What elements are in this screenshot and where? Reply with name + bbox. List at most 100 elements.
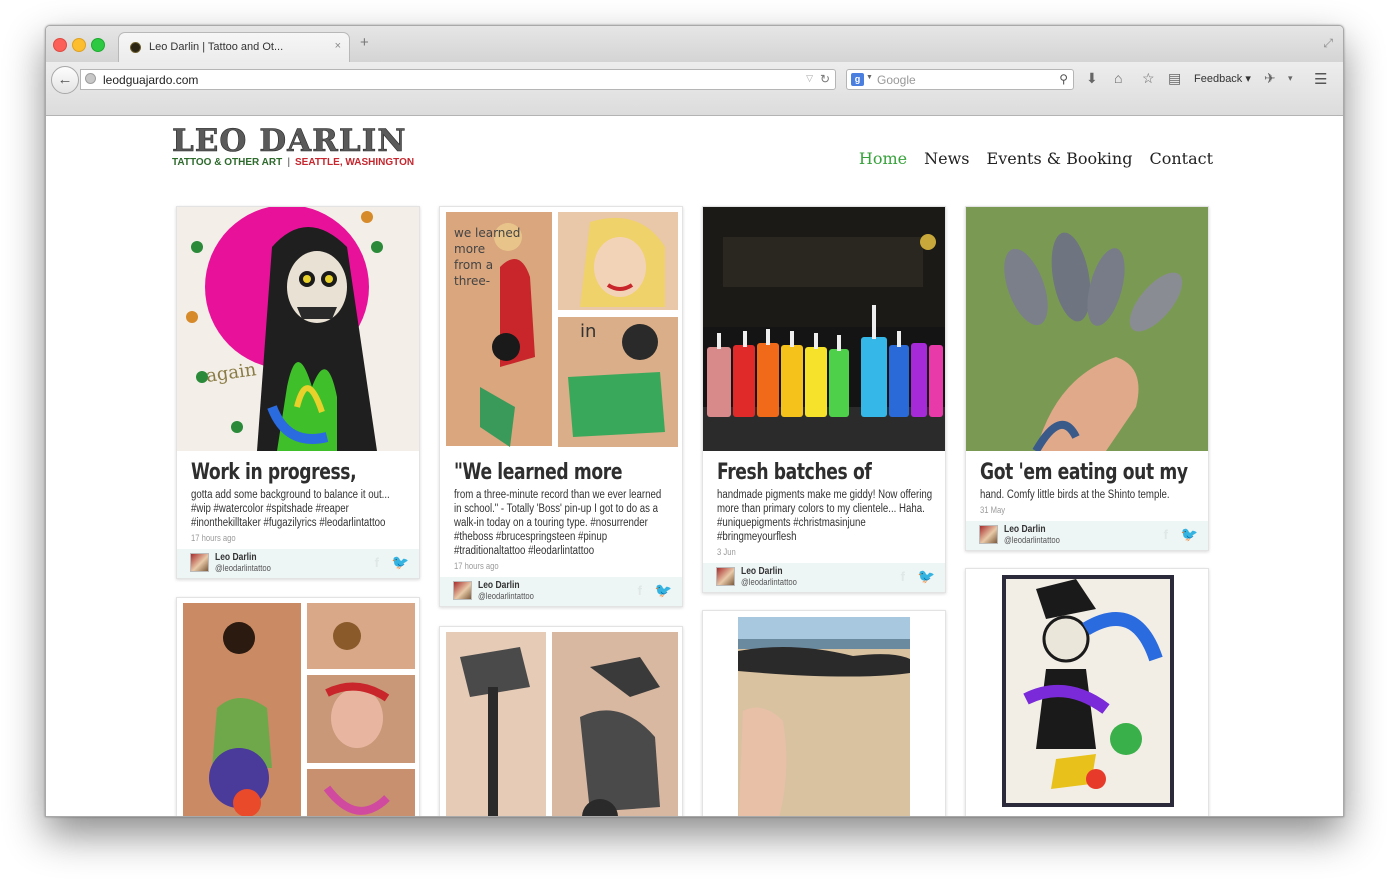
post-image[interactable] bbox=[440, 627, 682, 816]
site-logo[interactable]: LEO DARLIN TATTOO & OTHER ART | SEATTLE, W… bbox=[172, 123, 414, 169]
post-image[interactable] bbox=[177, 598, 419, 816]
facebook-icon[interactable]: f bbox=[901, 569, 905, 584]
logo-subtitle: TATTOO & OTHER ART | SEATTLE, WASHINGTON bbox=[172, 157, 414, 169]
beach-photo bbox=[703, 611, 945, 816]
twitter-icon[interactable]: 🐦 bbox=[655, 582, 672, 599]
search-icon[interactable]: ⚲ bbox=[1059, 72, 1068, 86]
search-bar[interactable]: g ▼ Google ⚲ bbox=[846, 69, 1074, 90]
window-maximize-button[interactable] bbox=[91, 38, 105, 52]
post-text: from a three-minute record than we ever … bbox=[454, 489, 662, 557]
post-time: 31 May bbox=[980, 505, 1006, 515]
tab-close-icon[interactable]: × bbox=[335, 40, 341, 52]
avatar[interactable] bbox=[190, 553, 209, 572]
window-close-button[interactable] bbox=[53, 38, 67, 52]
logo-separator: | bbox=[287, 157, 290, 168]
post-card[interactable] bbox=[439, 626, 683, 816]
post-title[interactable]: "We learned more bbox=[454, 458, 622, 488]
tab-title: Leo Darlin | Tattoo and Ot... bbox=[149, 41, 284, 53]
browser-toolbar: leodguajardo.com ▽ ↻ ← g ▼ Google ⚲ ⬇ ⌂ … bbox=[46, 62, 1343, 116]
post-image[interactable] bbox=[703, 611, 945, 816]
window-minimize-button[interactable] bbox=[72, 38, 86, 52]
post-image[interactable] bbox=[966, 569, 1208, 816]
facebook-icon[interactable]: f bbox=[1164, 527, 1168, 542]
home-icon[interactable]: ⌂ bbox=[1114, 70, 1122, 86]
post-card[interactable]: Fresh batches of handmade pigments make … bbox=[702, 206, 946, 593]
nav-contact[interactable]: Contact bbox=[1149, 149, 1213, 168]
logo-tagline: TATTOO & OTHER ART bbox=[172, 157, 283, 168]
post-text: hand. Comfy little birds at the Shinto t… bbox=[980, 489, 1170, 501]
nav-home[interactable]: Home bbox=[859, 149, 907, 168]
menu-icon[interactable]: ☰ bbox=[1314, 70, 1327, 88]
birds-on-hand-photo bbox=[966, 207, 1208, 451]
bookmarks-list-icon[interactable]: ▤ bbox=[1168, 70, 1181, 87]
nav-news[interactable]: News bbox=[924, 149, 969, 168]
search-input[interactable]: Google bbox=[877, 73, 916, 87]
url-dropdown-icon[interactable]: ▽ bbox=[806, 73, 813, 84]
post-image[interactable] bbox=[966, 207, 1208, 451]
svg-text:more: more bbox=[454, 242, 485, 256]
reaper-tattoo-drawing: again bbox=[177, 207, 419, 451]
post-author[interactable]: Leo Darlin bbox=[478, 581, 520, 591]
post-text: gotta add some background to balance it … bbox=[191, 489, 390, 529]
site-favicon-icon bbox=[130, 42, 141, 53]
facebook-icon[interactable]: f bbox=[375, 555, 379, 570]
post-card[interactable] bbox=[965, 568, 1209, 816]
back-arrow-icon: ← bbox=[57, 71, 73, 88]
post-author[interactable]: Leo Darlin bbox=[1004, 525, 1046, 535]
post-title[interactable]: Fresh batches of bbox=[717, 458, 884, 488]
post-image[interactable]: again bbox=[177, 207, 419, 451]
post-footer: Leo Darlin @leodarlintattoo f 🐦 bbox=[440, 577, 682, 606]
twitter-icon[interactable]: 🐦 bbox=[392, 554, 409, 571]
post-card[interactable]: again Work in progress, gotta add some b… bbox=[176, 206, 420, 579]
avatar[interactable] bbox=[716, 567, 735, 586]
globe-icon bbox=[85, 73, 96, 84]
main-nav: Home News Events & Booking Contact bbox=[842, 149, 1213, 169]
post-time: 17 hours ago bbox=[191, 533, 236, 543]
post-image[interactable]: we learned more from a three- in bbox=[440, 207, 682, 451]
addon-dropdown-icon[interactable]: ▾ bbox=[1288, 73, 1293, 84]
post-footer: Leo Darlin @leodarlintattoo f 🐦 bbox=[966, 521, 1208, 550]
addon-icon[interactable]: ✈ bbox=[1264, 70, 1276, 87]
skeleton-sailor-tattoo-drawing bbox=[966, 569, 1208, 816]
twitter-icon[interactable]: 🐦 bbox=[1181, 526, 1198, 543]
url-bar[interactable]: leodguajardo.com ▽ ↻ bbox=[80, 69, 836, 90]
facebook-icon[interactable]: f bbox=[638, 583, 642, 598]
nav-events-booking[interactable]: Events & Booking bbox=[987, 149, 1133, 168]
twitter-icon[interactable]: 🐦 bbox=[918, 568, 935, 585]
svg-text:in: in bbox=[580, 321, 596, 342]
svg-text:three-: three- bbox=[454, 274, 490, 288]
post-author[interactable]: Leo Darlin bbox=[741, 567, 783, 577]
hula-girl-tattoo-collage bbox=[177, 598, 419, 816]
new-tab-button[interactable]: + bbox=[360, 34, 369, 51]
post-footer: Leo Darlin @leodarlintattoo f 🐦 bbox=[703, 563, 945, 592]
post-card[interactable]: Got 'em eating out my hand. Comfy little… bbox=[965, 206, 1209, 551]
post-card[interactable]: we learned more from a three- in "We lea… bbox=[439, 206, 683, 607]
feedback-button[interactable]: Feedback ▾ bbox=[1194, 72, 1251, 85]
post-handle[interactable]: @leodarlintattoo bbox=[1004, 535, 1060, 545]
logo-location: SEATTLE, WASHINGTON bbox=[295, 157, 415, 168]
post-image[interactable] bbox=[703, 207, 945, 451]
fullscreen-icon[interactable]: ⤢ bbox=[1323, 36, 1333, 51]
post-card[interactable] bbox=[176, 597, 420, 816]
download-icon[interactable]: ⬇ bbox=[1086, 70, 1098, 87]
logo-title: LEO DARLIN bbox=[172, 123, 407, 159]
reload-icon[interactable]: ↻ bbox=[820, 72, 830, 86]
search-engine-dropdown-icon[interactable]: ▼ bbox=[866, 74, 873, 81]
post-card[interactable] bbox=[702, 610, 946, 816]
post-text: handmade pigments make me giddy! Now off… bbox=[717, 489, 933, 543]
avatar[interactable] bbox=[453, 581, 472, 600]
back-button[interactable]: ← bbox=[51, 66, 79, 94]
post-handle[interactable]: @leodarlintattoo bbox=[215, 563, 271, 573]
post-time: 17 hours ago bbox=[454, 561, 499, 571]
bookmark-star-icon[interactable]: ☆ bbox=[1142, 70, 1155, 87]
post-title[interactable]: Work in progress, bbox=[191, 458, 358, 488]
post-title[interactable]: Got 'em eating out my bbox=[980, 458, 1188, 488]
tab-strip: Leo Darlin | Tattoo and Ot... × + ⤢ bbox=[46, 26, 1343, 62]
post-author[interactable]: Leo Darlin bbox=[215, 553, 257, 563]
post-handle[interactable]: @leodarlintattoo bbox=[741, 577, 797, 587]
post-handle[interactable]: @leodarlintattoo bbox=[478, 591, 534, 601]
url-text[interactable]: leodguajardo.com bbox=[103, 73, 198, 87]
browser-tab[interactable]: Leo Darlin | Tattoo and Ot... × bbox=[118, 32, 350, 62]
google-search-engine-icon[interactable]: g bbox=[851, 73, 864, 86]
avatar[interactable] bbox=[979, 525, 998, 544]
